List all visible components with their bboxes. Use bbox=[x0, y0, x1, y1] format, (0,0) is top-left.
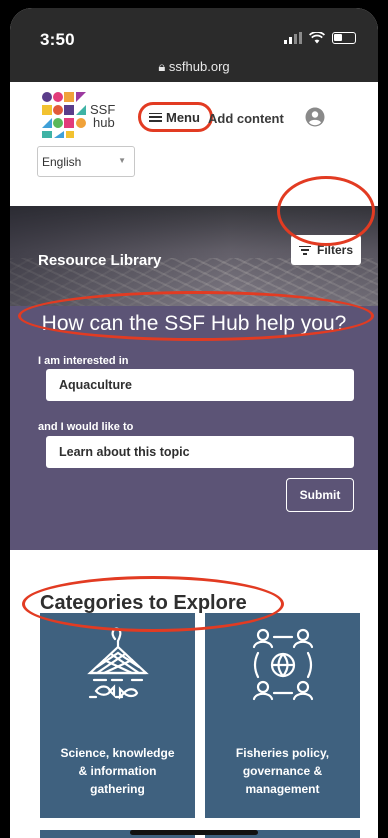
category-label-line2: governance & bbox=[242, 764, 323, 778]
ssf-hub-logo[interactable] bbox=[38, 90, 88, 140]
signal-icon bbox=[284, 32, 302, 44]
wifi-icon bbox=[309, 32, 325, 44]
category-label-line2: & information bbox=[78, 764, 157, 778]
category-card-policy[interactable]: Fisheries policy, governance & managemen… bbox=[205, 613, 360, 818]
language-select[interactable]: English ▼ bbox=[37, 146, 135, 177]
interest-field[interactable]: Aquaculture bbox=[46, 369, 354, 401]
battery-icon bbox=[332, 32, 356, 44]
lock-icon: 🔒︎ bbox=[158, 59, 166, 74]
goal-field[interactable]: Learn about this topic bbox=[46, 436, 354, 468]
category-label-line3: gathering bbox=[90, 782, 145, 796]
annotation-ring-filters bbox=[277, 176, 375, 246]
category-label: Science, knowledge & information gatheri… bbox=[46, 744, 189, 798]
home-indicator[interactable] bbox=[130, 830, 258, 835]
goal-label: and I would like to bbox=[38, 421, 134, 433]
logo-text: SSF hub bbox=[90, 103, 115, 129]
logo-text-line2: hub bbox=[93, 115, 115, 130]
fishing-net-icon bbox=[87, 627, 149, 700]
annotation-ring-help bbox=[18, 291, 374, 341]
menu-label: Menu bbox=[166, 109, 200, 125]
category-label-line3: management bbox=[245, 782, 320, 796]
category-card-science[interactable]: Science, knowledge & information gatheri… bbox=[40, 613, 195, 818]
interest-label: I am interested in bbox=[38, 355, 129, 367]
submit-button[interactable]: Submit bbox=[286, 478, 354, 512]
filter-icon bbox=[298, 245, 311, 255]
status-time: 3:50 bbox=[40, 30, 75, 49]
language-selected: English bbox=[42, 155, 82, 169]
add-content-link[interactable]: Add content bbox=[208, 111, 284, 126]
phone-screen: 3:50 🔒︎ ssfhub.org SSF hub Menu Add cont… bbox=[10, 8, 378, 838]
annotation-ring-categories bbox=[22, 576, 284, 632]
page-title: Resource Library bbox=[38, 252, 162, 269]
chevron-down-icon: ▼ bbox=[118, 156, 126, 165]
people-globe-icon bbox=[252, 628, 314, 701]
category-label-line1: Fisheries policy, bbox=[235, 746, 330, 760]
status-icons bbox=[284, 32, 356, 44]
status-bar: 3:50 🔒︎ ssfhub.org bbox=[10, 8, 378, 82]
menu-button[interactable]: Menu bbox=[138, 102, 213, 132]
help-panel: How can the SSF Hub help you? I am inter… bbox=[10, 306, 378, 550]
category-label: Fisheries policy, governance & managemen… bbox=[211, 744, 354, 798]
url-text: ssfhub.org bbox=[168, 59, 230, 74]
hamburger-icon bbox=[149, 112, 162, 122]
url-bar[interactable]: 🔒︎ ssfhub.org bbox=[10, 59, 378, 75]
category-label-line1: Science, knowledge bbox=[60, 746, 175, 760]
user-account-icon[interactable] bbox=[305, 107, 325, 127]
